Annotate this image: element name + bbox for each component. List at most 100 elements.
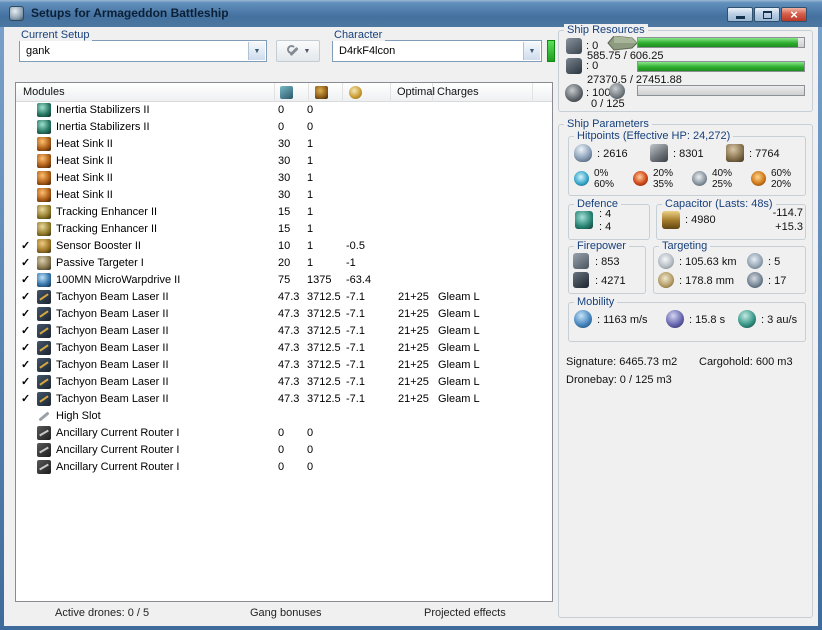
module-row[interactable]: Heat Sink II 30 1 [16, 170, 552, 187]
titlebar[interactable]: Setups for Armageddon Battleship × [0, 0, 822, 27]
rig-icon [37, 426, 51, 440]
character-select[interactable]: D4rkF4lcon ▼ [332, 40, 542, 62]
module-row[interactable]: ✓ Passive Targeter I 20 1 -1 [16, 255, 552, 272]
minimize-button[interactable] [727, 7, 753, 22]
module-optimal-value: 21+25 [398, 308, 429, 320]
module-row[interactable]: ✓ 100MN MicroWarpdrive II 75 1375 -63.4 [16, 272, 552, 289]
module-cap-value: -0.5 [346, 240, 365, 252]
module-optimal-value: 21+25 [398, 376, 429, 388]
heat-sink-icon [37, 137, 51, 151]
close-button[interactable]: × [781, 7, 807, 22]
module-cpu-value: 30 [278, 189, 291, 201]
beam-laser-icon [37, 290, 51, 304]
module-name: High Slot [56, 410, 101, 422]
capacitor-icon [662, 211, 680, 229]
module-cpu-value: 0 [278, 121, 285, 133]
firepower-title: Firepower [574, 240, 629, 252]
module-row[interactable]: High Slot [16, 408, 552, 425]
column-optimal[interactable]: Optimal [397, 83, 435, 102]
module-pg-value: 3712.5 [307, 291, 341, 303]
column-modules[interactable]: Modules [23, 83, 65, 102]
setup-select-value: gank [26, 45, 50, 57]
resist-values: 20% 35% [653, 168, 673, 190]
module-name: Inertia Stabilizers II [56, 121, 150, 133]
module-cap-value: -7.1 [346, 376, 365, 388]
powergrid-column-icon[interactable] [315, 86, 328, 99]
shield-resist-value: 60% [771, 168, 792, 179]
module-row[interactable]: ✓ Tachyon Beam Laser II 47.3 3712.5 -7.1 21+2… [16, 374, 552, 391]
module-row[interactable]: ✓ Tachyon Beam Laser II 47.3 3712.5 -7.1 21+2… [16, 340, 552, 357]
module-row[interactable]: ✓ Tachyon Beam Laser II 47.3 3712.5 -7.1 21+2… [16, 357, 552, 374]
module-row[interactable]: ✓ Tachyon Beam Laser II 47.3 3712.5 -7.1 21+2… [16, 289, 552, 306]
module-cpu-value: 47.3 [278, 359, 300, 371]
align-time-icon [666, 310, 684, 328]
targeting-title: Targeting [659, 240, 711, 252]
module-cpu-value: 75 [278, 274, 291, 286]
module-cap-value: -7.1 [346, 325, 365, 337]
structure-hp-icon [726, 144, 744, 162]
maximize-icon [762, 10, 772, 19]
module-row[interactable]: Heat Sink II 30 1 [16, 187, 552, 204]
module-row[interactable]: Tracking Enhancer II 15 1 [16, 221, 552, 238]
module-cpu-value: 47.3 [278, 376, 300, 388]
active-drones-label[interactable]: Active drones: 0 / 5 [55, 607, 149, 619]
module-row[interactable]: Inertia Stabilizers II 0 0 [16, 119, 552, 136]
module-active-check-icon: ✓ [21, 393, 31, 405]
empty-slot-icon [37, 409, 51, 423]
module-charges-value: Gleam L [438, 376, 480, 388]
module-cpu-value: 20 [278, 257, 291, 269]
scan-resolution-value: : 178.8 mm [679, 275, 735, 287]
setup-tools-button[interactable]: ▼ [276, 40, 320, 62]
shield-resist-value: 40% [712, 168, 733, 179]
module-name: Sensor Booster II [56, 240, 141, 252]
column-charges[interactable]: Charges [437, 83, 479, 102]
setup-select[interactable]: gank ▼ [19, 40, 267, 62]
module-row[interactable]: Heat Sink II 30 1 [16, 153, 552, 170]
module-active-check-icon: ✓ [21, 274, 31, 286]
module-name: Tachyon Beam Laser II [56, 376, 169, 388]
module-charges-value: Gleam L [438, 325, 480, 337]
sensor-strength-value: : 17 [768, 275, 787, 287]
resist-cell: 0% 60% [573, 166, 632, 192]
module-row[interactable]: Inertia Stabilizers II 0 0 [16, 102, 552, 119]
character-label: Character [331, 29, 386, 41]
setup-dropdown-arrow-icon[interactable]: ▼ [248, 42, 265, 60]
module-row[interactable]: Ancillary Current Router I 0 0 [16, 442, 552, 459]
module-pg-value: 3712.5 [307, 393, 341, 405]
shield-hp-value: : 2616 [597, 148, 628, 160]
module-row[interactable]: Tracking Enhancer II 15 1 [16, 204, 552, 221]
character-dropdown-arrow-icon[interactable]: ▼ [523, 42, 540, 60]
gang-bonuses-label[interactable]: Gang bonuses [250, 607, 322, 619]
module-cpu-value: 47.3 [278, 325, 300, 337]
resist-values: 60% 20% [771, 168, 791, 190]
cpu-column-icon[interactable] [280, 86, 293, 99]
ship-resources-title: Ship Resources [564, 24, 648, 36]
window-icon[interactable] [9, 6, 24, 21]
module-pg-value: 1 [307, 189, 314, 201]
capacitor-title: Capacitor (Lasts: 48s) [662, 198, 776, 210]
module-row[interactable]: Heat Sink II 30 1 [16, 136, 552, 153]
module-name: Heat Sink II [56, 155, 113, 167]
module-row[interactable]: ✓ Tachyon Beam Laser II 47.3 3712.5 -7.1 21+2… [16, 391, 552, 408]
beam-laser-icon [37, 358, 51, 372]
signature-value: Signature: 6465.73 m2 [566, 356, 678, 368]
module-row[interactable]: ✓ Tachyon Beam Laser II 47.3 3712.5 -7.1 21+2… [16, 323, 552, 340]
module-cpu-value: 15 [278, 206, 291, 218]
module-row[interactable]: Ancillary Current Router I 0 0 [16, 425, 552, 442]
module-pg-value: 0 [307, 427, 314, 439]
module-row[interactable]: Ancillary Current Router I 0 0 [16, 459, 552, 476]
module-pg-value: 0 [307, 104, 314, 116]
character-skill-indicator [547, 40, 555, 62]
projected-effects-label[interactable]: Projected effects [424, 607, 506, 619]
module-cap-value: -63.4 [346, 274, 372, 286]
capacitor-column-icon[interactable] [349, 86, 362, 99]
modules-table: Modules Optimal Charges Inertia Stabiliz… [15, 82, 553, 602]
module-optimal-value: 21+25 [398, 393, 429, 405]
module-name: Tachyon Beam Laser II [56, 291, 169, 303]
module-row[interactable]: ✓ Tachyon Beam Laser II 47.3 3712.5 -7.1 21+2… [16, 306, 552, 323]
module-row[interactable]: ✓ Sensor Booster II 10 1 -0.5 [16, 238, 552, 255]
maximize-button[interactable] [754, 7, 780, 22]
heat-sink-icon [37, 154, 51, 168]
defence-title: Defence [574, 198, 621, 210]
module-pg-value: 0 [307, 121, 314, 133]
